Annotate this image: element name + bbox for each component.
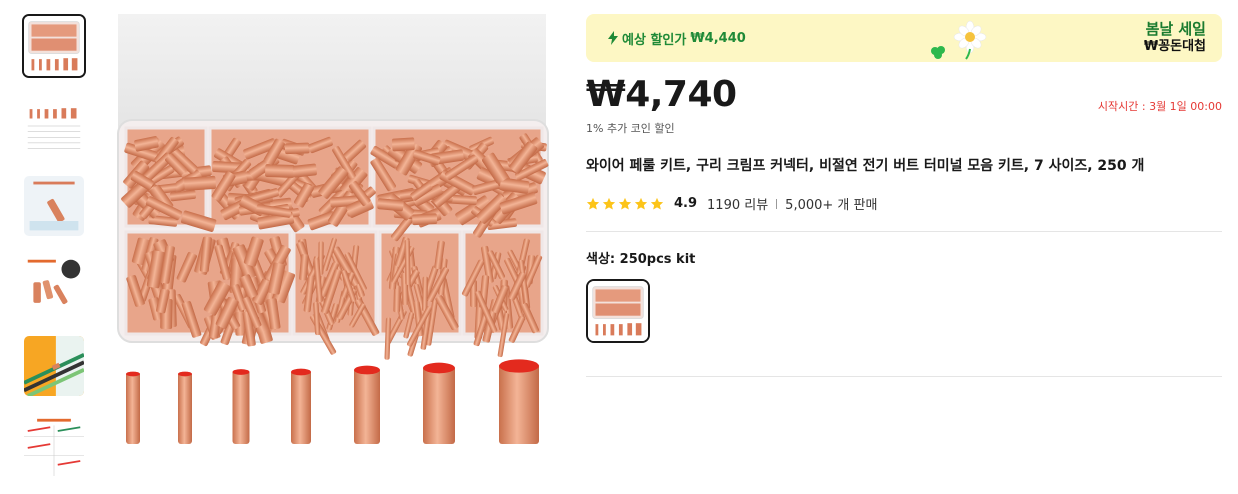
sale-brand-line2: ₩꽁돈대첩 bbox=[1143, 39, 1206, 54]
sale-brand-line1: 봄날 세일 bbox=[1145, 20, 1206, 38]
divider bbox=[586, 231, 1222, 232]
divider bbox=[776, 198, 778, 209]
sale-start-time: 시작시간 : 3월 1일 00:00 bbox=[1097, 100, 1222, 113]
review-count-link[interactable]: 1190 리뷰 bbox=[707, 194, 768, 213]
promo-label: 예상 할인가 bbox=[622, 32, 687, 48]
thumbnail-copper-material[interactable] bbox=[22, 254, 86, 318]
kit-swatch-image bbox=[588, 281, 648, 341]
size-chart-thumbnail-image bbox=[24, 96, 84, 156]
thumbnail-size-chart[interactable] bbox=[22, 94, 86, 158]
lightning-icon bbox=[608, 31, 618, 45]
thumbnail-list bbox=[22, 14, 86, 494]
star-icon bbox=[586, 197, 600, 210]
thumbnail-cable-usage[interactable] bbox=[22, 334, 86, 398]
star-icon bbox=[602, 197, 616, 210]
star-icon bbox=[618, 197, 632, 210]
promo-price: ₩4,440 bbox=[690, 30, 746, 46]
divider bbox=[586, 376, 1222, 377]
sold-count: 5,000+ 개 판매 bbox=[785, 198, 878, 213]
thumbnail-kit-box[interactable] bbox=[22, 14, 86, 78]
product-intro-thumbnail-image bbox=[24, 176, 84, 236]
star-icon bbox=[634, 197, 648, 210]
star-rating bbox=[586, 197, 664, 211]
steps-thumbnail-image bbox=[24, 416, 84, 476]
product-title: 와이어 페룰 키트, 구리 크림프 커넥터, 비절연 전기 버트 터미널 모음 … bbox=[586, 158, 1145, 174]
main-product-image[interactable] bbox=[114, 14, 550, 470]
coin-discount: 1% 추가 코인 할인 bbox=[586, 122, 675, 135]
sale-brand-logo: 봄날 세일 ₩꽁돈대첩 bbox=[1144, 20, 1206, 56]
color-option-250pcs-kit[interactable] bbox=[586, 279, 650, 343]
product-info-panel: 예상 할인가 ₩4,440 봄날 세일 ₩꽁돈대첩 ₩4,740 시작시간 : … bbox=[586, 14, 1222, 377]
color-option-label: 색상: 250pcs kit bbox=[586, 252, 696, 267]
main-product-image-graphic bbox=[114, 14, 550, 470]
rating-row: 4.9 1190 리뷰 5,000+ 개 판매 bbox=[586, 194, 1222, 213]
price-row: ₩4,740 시작시간 : 3월 1일 00:00 bbox=[586, 74, 1222, 116]
rating-score: 4.9 bbox=[674, 196, 698, 211]
cable-usage-thumbnail-image bbox=[24, 336, 84, 396]
flower-decoration-icon bbox=[931, 20, 987, 60]
star-icon bbox=[650, 197, 664, 210]
thumbnail-product-intro[interactable] bbox=[22, 174, 86, 238]
promo-banner[interactable]: 예상 할인가 ₩4,440 봄날 세일 ₩꽁돈대첩 bbox=[586, 14, 1222, 62]
copper-material-thumbnail-image bbox=[24, 256, 84, 316]
thumbnail-steps[interactable] bbox=[22, 414, 86, 478]
kit-box-thumbnail-image bbox=[24, 16, 84, 76]
